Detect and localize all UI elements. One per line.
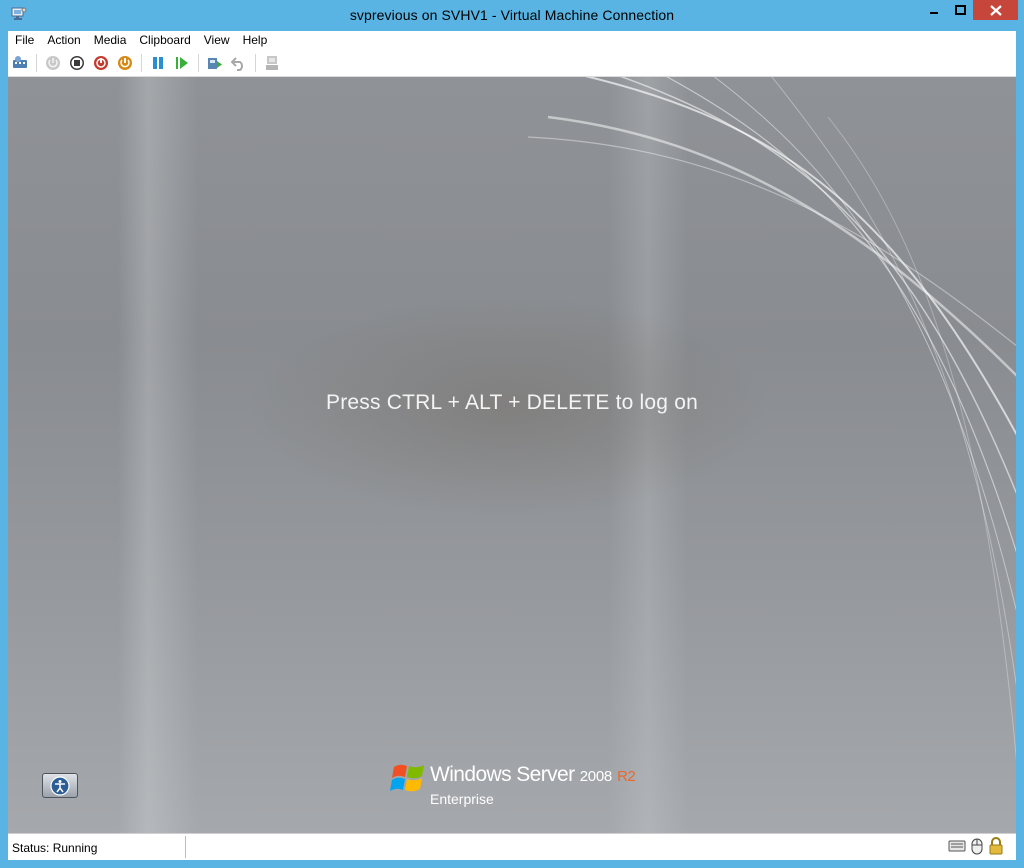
toolbar-separator: [141, 54, 142, 72]
brand-version: 2008: [579, 768, 612, 785]
status-bar: Status: Running: [8, 833, 1016, 860]
toolbar-separator: [198, 54, 199, 72]
menu-bar: File Action Media Clipboard View Help: [8, 31, 1016, 50]
title-bar[interactable]: svprevious on SVHV1 - Virtual Machine Co…: [0, 0, 1024, 31]
menu-media[interactable]: Media: [87, 31, 133, 50]
brand-edition: Enterprise: [430, 791, 494, 807]
vm-display[interactable]: Press CTRL + ALT + DELETE to log on Wind…: [8, 77, 1016, 833]
menu-clipboard[interactable]: Clipboard: [132, 31, 196, 50]
close-button[interactable]: [973, 0, 1018, 20]
ease-of-access-button[interactable]: [42, 773, 78, 798]
minimize-icon: [929, 12, 938, 14]
start-icon[interactable]: [45, 55, 61, 71]
toolbar: [8, 50, 1016, 77]
ease-of-access-icon: [50, 775, 70, 796]
mouse-icon: [971, 838, 983, 855]
pause-icon[interactable]: [150, 55, 166, 71]
save-icon[interactable]: [117, 55, 133, 71]
windows-server-brand: Windows Server 2008 R2 Enterprise: [390, 759, 650, 813]
enhanced-session-icon[interactable]: [264, 55, 280, 71]
status-divider: [185, 836, 186, 858]
shut-down-icon[interactable]: [93, 55, 109, 71]
menu-view[interactable]: View: [197, 31, 236, 50]
close-icon: [989, 4, 1002, 16]
ctrl-alt-del-icon[interactable]: [12, 55, 28, 71]
menu-action[interactable]: Action: [40, 31, 86, 50]
revert-icon[interactable]: [231, 55, 247, 71]
resume-icon[interactable]: [174, 55, 190, 71]
vm-connection-window: svprevious on SVHV1 - Virtual Machine Co…: [0, 0, 1024, 868]
windows-logo-icon: [390, 764, 424, 792]
checkpoint-icon[interactable]: [207, 55, 223, 71]
keyboard-icon: [948, 840, 966, 852]
menu-help[interactable]: Help: [236, 31, 274, 50]
maximize-icon: [954, 5, 966, 15]
menu-file[interactable]: File: [8, 31, 40, 50]
brand-release: R2: [617, 768, 636, 785]
toolbar-separator: [255, 54, 256, 72]
brand-name: Windows Server: [430, 763, 575, 786]
maximize-button[interactable]: [947, 0, 973, 20]
wallpaper-swoosh: [527, 77, 1016, 761]
turn-off-icon[interactable]: [69, 55, 85, 71]
minimize-button[interactable]: [920, 0, 947, 20]
lock-icon: [989, 837, 1003, 855]
window-title: svprevious on SVHV1 - Virtual Machine Co…: [349, 7, 675, 23]
toolbar-separator: [36, 54, 37, 72]
logon-prompt: Press CTRL + ALT + DELETE to log on: [326, 391, 698, 414]
status-text: Status: Running: [12, 841, 98, 855]
